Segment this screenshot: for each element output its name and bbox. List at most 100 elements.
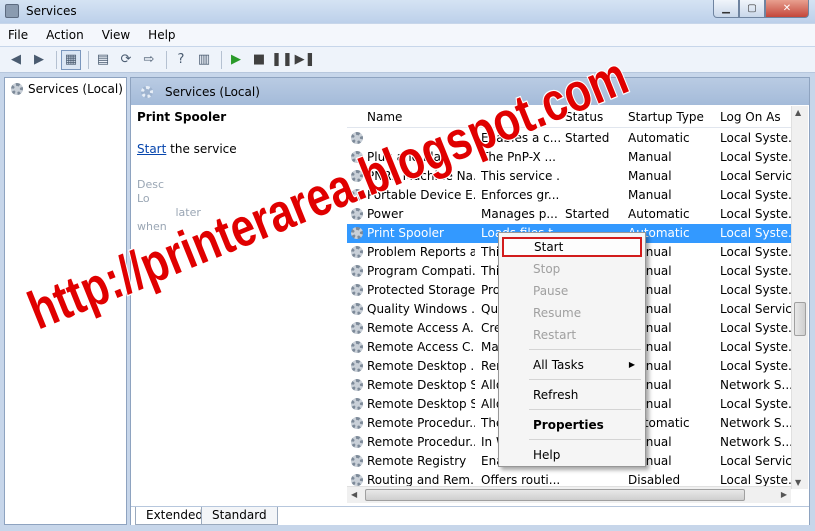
service-startup-type: Disabled [628, 473, 681, 487]
show-hide-console-tree-icon[interactable]: ▦ [61, 49, 81, 70]
export-list-icon[interactable]: ⇨ [139, 50, 159, 70]
window-controls: ▁ ▢ ✕ [713, 0, 809, 18]
service-log-on-as: Local Syste... [720, 321, 791, 335]
service-name: PNRP Machine Na... [367, 169, 475, 183]
toolbar-divider [88, 50, 89, 69]
service-log-on-as: Network S... [720, 435, 791, 449]
service-gear-icon [351, 474, 363, 486]
service-desc: Offers routi... [481, 473, 561, 487]
service-gear-icon [351, 322, 363, 334]
service-row[interactable]: PNRP Machine Na... This service ... Manual… [347, 167, 791, 186]
scroll-up-icon[interactable]: ▲ [795, 108, 801, 117]
service-startup-type: Manual [628, 169, 672, 183]
maximize-button[interactable]: ▢ [739, 0, 765, 18]
context-menu-separator [529, 409, 641, 410]
context-menu-resume[interactable]: Resume [499, 303, 645, 323]
help-icon[interactable]: ? [171, 50, 191, 70]
toolbar: ◀ ▶ ▦ ▤ ⟳ ⇨ ? ▥ ▶ ■ ❚❚ ▶❚ [0, 47, 815, 73]
tree-node-services-local[interactable]: Services (Local) [11, 82, 123, 96]
service-gear-icon [351, 132, 363, 144]
context-menu-stop[interactable]: Stop [499, 259, 645, 279]
context-menu-separator [529, 349, 641, 350]
service-name: Routing and Rem... [367, 473, 475, 487]
context-menu-all-tasks[interactable]: All Tasks ▶ [499, 355, 645, 375]
service-row[interactable]: Plug and Play The PnP-X ... Manual Local Sy… [347, 148, 791, 167]
service-gear-icon [351, 189, 363, 201]
properties-icon[interactable]: ▤ [93, 50, 113, 70]
column-header-startup-type[interactable]: Startup Type [628, 110, 704, 124]
start-service-icon[interactable]: ▶ [226, 50, 246, 70]
context-menu-help[interactable]: Help [499, 445, 645, 465]
column-header-status[interactable]: Status [565, 110, 603, 124]
service-gear-icon [351, 170, 363, 182]
service-name: Protected Storage [367, 283, 475, 297]
menu-file[interactable]: File [8, 28, 28, 42]
service-log-on-as: Local Syste... [720, 397, 791, 411]
restart-service-icon[interactable]: ▶❚ [295, 50, 316, 70]
context-menu-separator [529, 439, 641, 440]
service-name: Remote Desktop S... [367, 397, 475, 411]
service-row[interactable]: Portable Device E... Enforces gr... Manual… [347, 186, 791, 205]
service-startup-type: Automatic [628, 131, 690, 145]
context-menu-pause[interactable]: Pause [499, 281, 645, 301]
refresh-icon[interactable]: ⟳ [116, 50, 136, 70]
start-service-link[interactable]: Start [137, 142, 166, 156]
service-row[interactable]: Enables a c... Started Automatic Local Syst… [347, 129, 791, 148]
service-name: Remote Procedur... [367, 416, 475, 430]
forward-arrow-icon[interactable]: ▶ [29, 50, 49, 70]
back-arrow-icon[interactable]: ◀ [6, 50, 26, 70]
tab-standard[interactable]: Standard [201, 507, 278, 525]
service-status: Started [565, 207, 610, 221]
service-name: Remote Desktop S... [367, 378, 475, 392]
service-name: Print Spooler [367, 226, 444, 240]
service-description-text: Desc Lo later when [137, 178, 201, 233]
menu-help[interactable]: Help [148, 28, 175, 42]
service-gear-icon [351, 379, 363, 391]
scroll-right-icon[interactable]: ▶ [781, 490, 787, 499]
scroll-left-icon[interactable]: ◀ [351, 490, 357, 499]
service-action-suffix: the service [166, 142, 237, 156]
menu-action[interactable]: Action [46, 28, 84, 42]
service-gear-icon [351, 227, 363, 239]
service-log-on-as: Network S... [720, 378, 791, 392]
context-menu-properties[interactable]: Properties [499, 415, 645, 435]
service-startup-type: Manual [628, 188, 672, 202]
service-gear-icon [351, 265, 363, 277]
service-log-on-as: Network S... [720, 416, 791, 430]
minimize-button[interactable]: ▁ [713, 0, 739, 18]
service-name: Remote Procedur... [367, 435, 475, 449]
action-pane-icon[interactable]: ▥ [194, 50, 214, 70]
stop-service-icon[interactable]: ■ [249, 50, 269, 70]
context-menu-refresh[interactable]: Refresh [499, 385, 645, 405]
service-desc: Enforces gr... [481, 188, 560, 202]
horizontal-scroll-thumb[interactable] [365, 489, 745, 501]
service-desc: This service ... [481, 169, 561, 183]
service-gear-icon [351, 284, 363, 296]
context-menu-restart[interactable]: Restart [499, 325, 645, 345]
scroll-down-icon[interactable]: ▼ [795, 478, 801, 487]
vertical-scrollbar[interactable]: ▲ ▼ [791, 106, 808, 489]
all-tasks-label: All Tasks [533, 358, 584, 372]
column-header-log-on-as[interactable]: Log On As [720, 110, 781, 124]
services-gear-icon [141, 85, 153, 98]
context-menu-start[interactable]: Start [502, 237, 642, 257]
tree-node-label: Services (Local) [28, 82, 123, 96]
vertical-scroll-thumb[interactable] [794, 302, 806, 336]
service-description-panel: Print Spooler Start the service Desc Lo … [137, 110, 342, 234]
close-button[interactable]: ✕ [765, 0, 809, 18]
column-header-name[interactable]: Name [367, 110, 402, 124]
service-row[interactable]: Power Manages p... Started Automatic Local S… [347, 205, 791, 224]
selected-service-name: Print Spooler [137, 110, 227, 124]
service-desc: The PnP-X ... [481, 150, 556, 164]
service-log-on-as: Local Service [720, 169, 791, 183]
pause-service-icon[interactable]: ❚❚ [271, 50, 293, 70]
toolbar-divider [56, 50, 57, 69]
service-startup-type: Manual [628, 150, 672, 164]
service-name: Remote Access C... [367, 340, 475, 354]
service-name: Problem Reports a... [367, 245, 475, 259]
service-desc: Manages p... [481, 207, 558, 221]
service-log-on-as: Local Syste... [720, 131, 791, 145]
horizontal-scrollbar[interactable]: ◀ ▶ [347, 486, 791, 503]
menu-view[interactable]: View [102, 28, 130, 42]
context-menu: Start Stop Pause Resume Restart All Task… [498, 232, 646, 467]
